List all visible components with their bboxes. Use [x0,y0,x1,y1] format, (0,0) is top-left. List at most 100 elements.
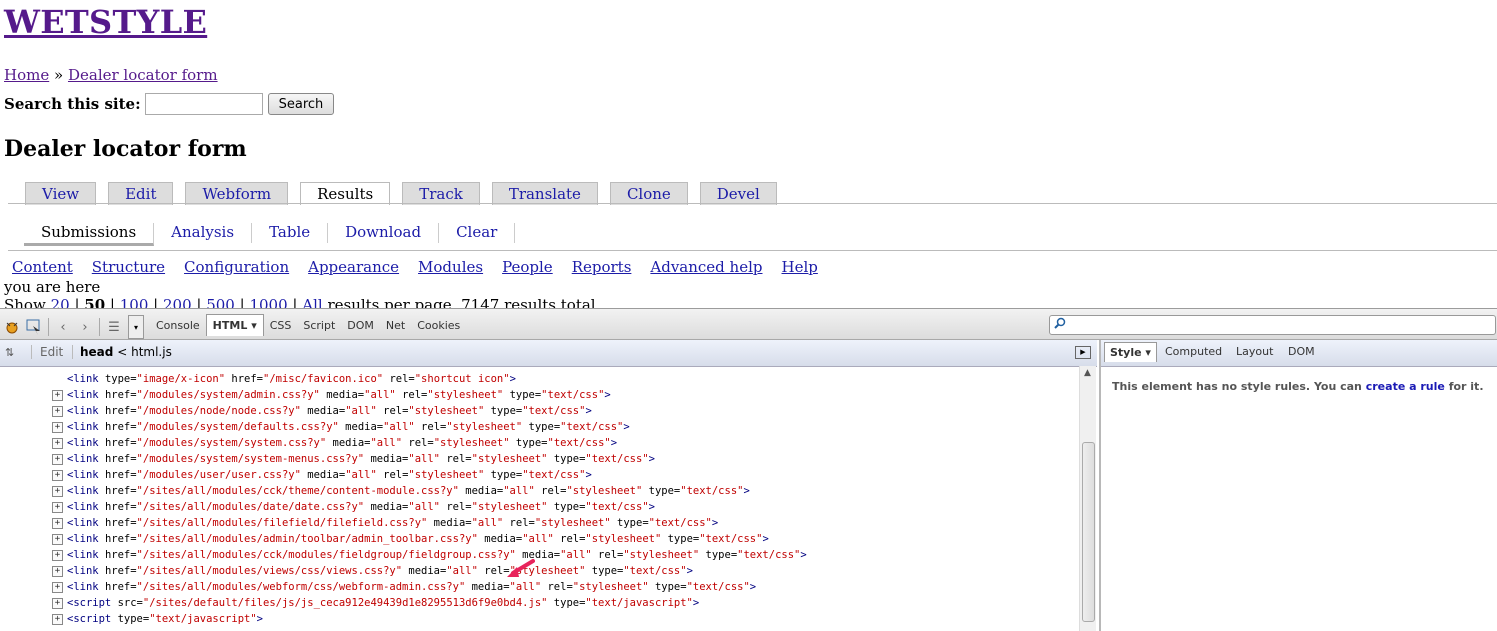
website-page: WETSTYLE Home » Dealer locator form Sear… [0,0,1497,308]
forward-icon[interactable]: › [77,319,93,335]
toggle-side-panel-icon[interactable]: ▶ [1075,346,1091,359]
html-node-link[interactable]: + <link href="/sites/all/modules/webform/… [52,579,756,595]
admin-menu-structure[interactable]: Structure [92,258,165,276]
expand-node-icon[interactable]: + [52,597,63,609]
pager-option-100[interactable]: 100 [120,296,149,308]
firebug-bug-icon[interactable] [4,319,20,335]
html-node-script[interactable]: + <script type="text/javascript"> [52,611,263,627]
html-node-link[interactable]: + <link href="/modules/node/node.css?y" m… [52,403,592,419]
html-node-link[interactable]: + <link href="/modules/system/system.css?… [52,435,617,451]
html-node-link[interactable]: + <link href="/modules/system/defaults.cs… [52,419,630,435]
admin-menu-content[interactable]: Content [12,258,73,276]
side-tab-style[interactable]: Style ▾ [1104,342,1157,362]
firebug-toolbar: ‹ › ☰ ▾ Console HTML ▾ CSS Script DOM Ne… [0,308,1497,340]
firebug-search-input[interactable] [1049,315,1496,335]
expand-node-icon[interactable]: + [52,517,63,529]
breadcrumb-current[interactable]: Dealer locator form [68,66,218,84]
html-node-link[interactable]: + <link href="/modules/user/user.css?y" m… [52,467,592,483]
tab-track[interactable]: Track [402,182,480,205]
back-icon[interactable]: ‹ [55,319,71,335]
html-node-link[interactable]: + <link href="/sites/all/modules/date/dat… [52,499,655,515]
expand-node-icon[interactable]: + [52,485,63,497]
admin-menu-reports[interactable]: Reports [572,258,632,276]
panel-script[interactable]: Script [297,317,341,336]
side-message-text: This element has no style rules. You can [1112,380,1366,393]
expand-node-icon[interactable]: + [52,437,63,449]
panel-net[interactable]: Net [380,317,411,336]
admin-menu-appearance[interactable]: Appearance [308,258,399,276]
search-input[interactable] [144,93,263,115]
node-path-parent[interactable]: html.js [131,345,172,359]
panel-dom[interactable]: DOM [341,317,380,336]
breadcrumb-home[interactable]: Home [4,66,49,84]
expand-node-icon[interactable]: + [52,421,63,433]
panel-html[interactable]: HTML ▾ [205,314,264,336]
panel-dropdown-icon[interactable]: ▾ [128,315,144,339]
subtab-download[interactable]: Download [328,223,440,243]
side-tab-dom[interactable]: DOM [1288,345,1315,358]
html-node-link[interactable]: <link type="image/x-icon" href="/misc/fa… [52,371,516,387]
create-rule-link[interactable]: create a rule [1366,380,1445,393]
tab-devel[interactable]: Devel [699,182,777,205]
scroll-up-icon[interactable]: ▲ [1084,368,1091,378]
subtab-clear[interactable]: Clear [439,223,516,243]
style-side-panel: Style ▾ Computed Layout DOM This element… [1099,340,1497,631]
tab-view[interactable]: View [25,182,97,205]
tab-edit[interactable]: Edit [108,182,174,205]
admin-menu-people[interactable]: People [502,258,553,276]
pager-option-200[interactable]: 200 [163,296,192,308]
side-tab-computed[interactable]: Computed [1165,345,1222,358]
html-breadcrumb-bar: ⇅ Edit head < html.js ▶ [0,340,1097,367]
html-node-link[interactable]: + <link href="/sites/all/modules/cck/modu… [52,547,807,563]
expand-node-icon[interactable]: + [52,469,63,481]
pager-option-1000[interactable]: 1000 [249,296,287,308]
html-node-link[interactable]: + <link href="/sites/all/modules/filefiel… [52,515,718,531]
expand-node-icon[interactable]: + [52,389,63,401]
tab-results[interactable]: Results [300,182,391,205]
admin-menu-modules[interactable]: Modules [418,258,483,276]
tab-translate[interactable]: Translate [491,182,598,205]
expand-node-icon[interactable]: + [52,405,63,417]
html-node-script[interactable]: + <script src="/sites/default/files/js/js… [52,595,699,611]
list-menu-icon[interactable]: ☰ [106,319,122,335]
node-path-separator: < [117,345,128,359]
panel-cookies[interactable]: Cookies [411,317,466,336]
scrollbar-thumb[interactable] [1082,442,1095,622]
expand-node-icon[interactable]: + [52,501,63,513]
admin-menu-configuration[interactable]: Configuration [184,258,289,276]
html-node-link[interactable]: + <link href="/modules/system/system-menu… [52,451,655,467]
site-logo[interactable]: WETSTYLE [4,3,207,41]
tab-clone[interactable]: Clone [609,182,688,205]
admin-menu-help[interactable]: Help [782,258,818,276]
inspect-element-icon[interactable] [26,319,42,335]
html-node-link[interactable]: + <link href="/sites/all/modules/views/cs… [52,563,693,579]
side-tab-layout[interactable]: Layout [1236,345,1273,358]
expand-node-icon[interactable]: + [52,453,63,465]
subtab-analysis[interactable]: Analysis [154,223,253,243]
pager-option-20[interactable]: 20 [51,296,70,308]
tab-webform[interactable]: Webform [185,182,289,205]
subtab-table[interactable]: Table [252,223,329,243]
expand-node-icon[interactable]: + [52,549,63,561]
html-node-link[interactable]: + <link href="/sites/all/modules/cck/them… [52,483,750,499]
html-node-link[interactable]: + <link href="/modules/system/admin.css?y… [52,387,611,403]
node-path-current[interactable]: head [80,345,113,359]
expand-node-icon[interactable]: + [52,533,63,545]
node-expand-icon[interactable]: ⇅ [5,346,14,359]
edit-button[interactable]: Edit [31,345,63,359]
pager-option-500[interactable]: 500 [206,296,235,308]
html-node-link[interactable]: + <link href="/sites/all/modules/admin/to… [52,531,769,547]
subtabs-divider [8,250,1497,251]
panel-css[interactable]: CSS [264,317,298,336]
pager-show-label: Show [4,296,46,308]
subtab-submissions[interactable]: Submissions [24,223,155,246]
pager-option-all[interactable]: All [302,296,322,308]
expand-node-icon[interactable]: + [52,581,63,593]
admin-menu-advanced-help[interactable]: Advanced help [650,258,762,276]
expand-node-icon[interactable]: + [52,613,63,625]
expand-node-icon[interactable]: + [52,565,63,577]
you-are-here: you are here [4,278,101,296]
search-button[interactable]: Search [267,93,335,115]
html-tree-scrollbar[interactable]: ▲ [1079,366,1096,631]
panel-console[interactable]: Console [150,317,206,336]
